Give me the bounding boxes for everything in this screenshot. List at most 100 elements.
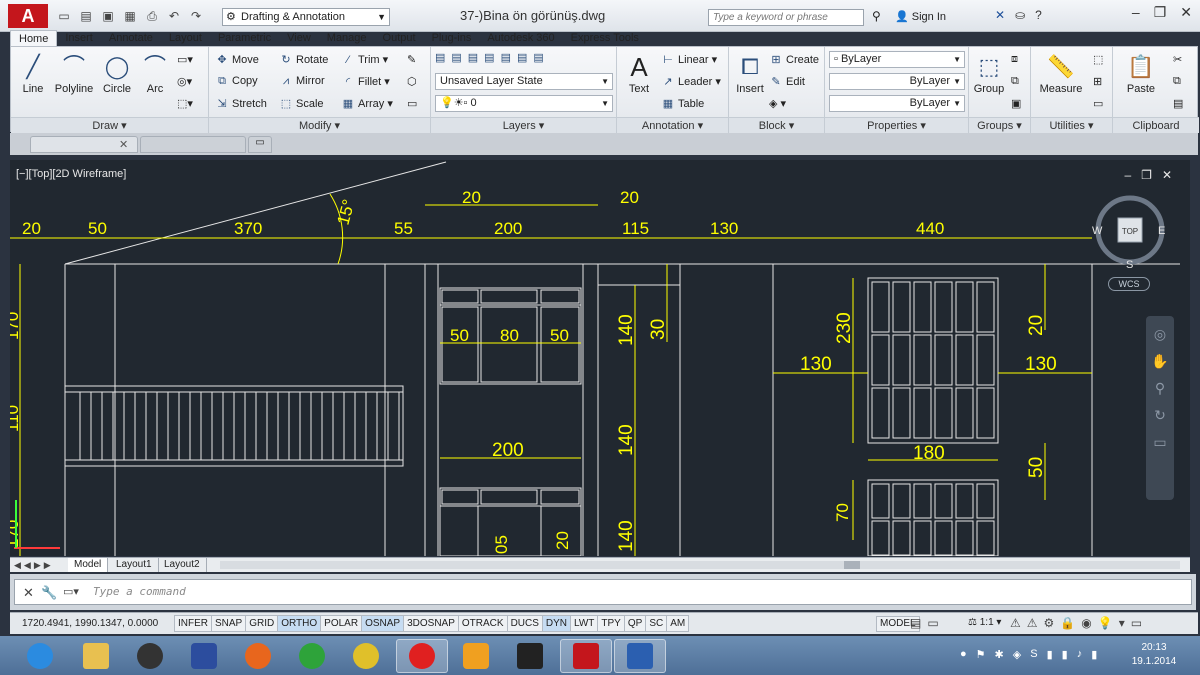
toggle-infer[interactable]: INFER: [174, 615, 212, 632]
viewport-controls-label[interactable]: [−][Top][2D Wireframe]: [16, 168, 126, 180]
hardware-acceleration-icon[interactable]: ◉: [1081, 616, 1091, 630]
close-icon[interactable]: ✕: [119, 138, 128, 151]
insert-block-button[interactable]: ⧠ Insert: [731, 51, 769, 95]
panel-title-annotation[interactable]: Annotation ▾: [617, 117, 728, 133]
tab-layout1[interactable]: Layout1: [110, 558, 159, 572]
cart-icon[interactable]: ⛀: [1015, 8, 1025, 22]
toggle-otrack[interactable]: OTRACK: [457, 615, 508, 632]
toggle-tpy[interactable]: TPY: [597, 615, 625, 632]
tab-view[interactable]: View: [279, 30, 319, 46]
player-icon[interactable]: [450, 639, 502, 673]
clock[interactable]: 20:13 19.1.2014: [1124, 641, 1184, 669]
explode-icon[interactable]: ⬡: [407, 75, 417, 88]
rotate-button[interactable]: ↻ Rotate: [279, 53, 328, 66]
annotation-visibility-icon[interactable]: ⚠: [1010, 616, 1021, 630]
showmotion-icon[interactable]: ▭: [1146, 434, 1174, 451]
paste-button[interactable]: 📋 Paste: [1121, 51, 1161, 95]
calculator-icon[interactable]: ⊞: [1093, 75, 1102, 88]
close-icon[interactable]: ✕: [23, 585, 34, 601]
quick-select-icon[interactable]: ⬚: [1093, 53, 1103, 66]
panel-title-utilities[interactable]: Utilities ▾: [1031, 117, 1112, 133]
tab-autodesk360[interactable]: Autodesk 360: [479, 30, 562, 46]
quickview-drawings-icon[interactable]: ▭: [927, 616, 938, 630]
scale-button[interactable]: ⬚ Scale: [279, 97, 324, 110]
signal-icon[interactable]: ▮: [1062, 648, 1068, 661]
create-block-button[interactable]: ⊞ Create: [769, 53, 819, 66]
battery-icon[interactable]: ▮: [1091, 648, 1097, 661]
panel-title-groups[interactable]: Groups ▾: [969, 117, 1030, 133]
group-edit-icon[interactable]: ⧉: [1011, 75, 1019, 88]
flag-icon[interactable]: ⚑: [976, 648, 986, 661]
camera-icon[interactable]: [504, 639, 556, 673]
panel-title-layers[interactable]: Layers ▾: [431, 117, 616, 133]
tab-express-tools[interactable]: Express Tools: [563, 30, 647, 46]
tab-home[interactable]: Home: [10, 30, 58, 46]
group-button[interactable]: ⬚ Group: [969, 51, 1009, 95]
isolate-objects-icon[interactable]: 💡: [1098, 616, 1113, 630]
toggle-grid[interactable]: GRID: [245, 615, 279, 632]
toggle-snap[interactable]: SNAP: [211, 615, 247, 632]
line-button[interactable]: ╱ Line: [15, 51, 51, 95]
explorer-icon[interactable]: [70, 639, 122, 673]
ie-icon[interactable]: [14, 639, 66, 673]
polyline-button[interactable]: ⌒ Polyline: [51, 51, 97, 95]
horizontal-scrollbar[interactable]: [220, 561, 1180, 569]
hatch-icon[interactable]: ◎▾: [177, 75, 192, 88]
toggle-am[interactable]: AM: [666, 615, 690, 632]
tab-plugins[interactable]: Plug-ins: [424, 30, 480, 46]
utorrent-icon[interactable]: [286, 639, 338, 673]
circle-button[interactable]: ◯ Circle: [97, 51, 137, 95]
tab-manage[interactable]: Manage: [319, 30, 375, 46]
file-tab-active[interactable]: ✕: [30, 136, 138, 153]
stretch-button[interactable]: ⇲ Stretch: [215, 97, 266, 110]
toggle-lwt[interactable]: LWT: [570, 615, 599, 632]
toggle-3dosnap[interactable]: 3DOSNAP: [403, 615, 459, 632]
tab-layout[interactable]: Layout: [161, 30, 210, 46]
skype-icon[interactable]: S: [1030, 648, 1037, 661]
minimize-icon[interactable]: –: [1132, 4, 1140, 21]
rectangle-icon[interactable]: ▭▾: [177, 53, 193, 66]
viewcube[interactable]: TOP W E S: [1092, 195, 1165, 271]
save-as-icon[interactable]: ▦: [122, 8, 138, 24]
panel-title-modify[interactable]: Modify ▾: [209, 117, 430, 133]
file-tab[interactable]: [140, 136, 246, 153]
mirror-button[interactable]: ⩘ Mirror: [279, 75, 325, 88]
match-properties-icon[interactable]: ▤: [1173, 97, 1183, 110]
undo-icon[interactable]: ↶: [166, 8, 182, 24]
command-line[interactable]: ✕ 🔧 ▭▾ Type a command: [14, 579, 1192, 605]
help-icon[interactable]: ?: [1035, 8, 1042, 22]
autocad-logo-button[interactable]: A: [8, 4, 48, 28]
toggle-qp[interactable]: QP: [623, 615, 647, 632]
open-icon[interactable]: ▤: [78, 8, 94, 24]
toggle-sc[interactable]: SC: [645, 615, 668, 632]
firefox-icon[interactable]: [232, 639, 284, 673]
status-menu-icon[interactable]: ▾: [1119, 616, 1125, 630]
trim-button[interactable]: ⁄ Trim ▾: [341, 53, 388, 66]
workspace-dropdown[interactable]: ⚙ Drafting & Annotation ▼: [222, 8, 390, 26]
linear-dimension-button[interactable]: ⊢ Linear ▾: [661, 53, 717, 66]
quickview-layouts-icon[interactable]: ▤: [910, 616, 921, 630]
erase-icon[interactable]: ✎: [407, 53, 416, 66]
steering-wheel-icon[interactable]: ◎: [1146, 326, 1174, 343]
exchange-icon[interactable]: ✕: [995, 8, 1005, 22]
tab-output[interactable]: Output: [375, 30, 424, 46]
pan-icon[interactable]: ✋: [1146, 353, 1174, 370]
group-select-icon[interactable]: ▣: [1011, 97, 1021, 110]
layer-state-dropdown[interactable]: Unsaved Layer State ▼: [435, 73, 613, 90]
tab-annotate[interactable]: Annotate: [101, 30, 161, 46]
tab-parametric[interactable]: Parametric: [210, 30, 279, 46]
id-point-icon[interactable]: ▭: [1093, 97, 1103, 110]
arc-button[interactable]: ⌒ Arc: [137, 51, 173, 95]
search-input[interactable]: Type a keyword or phrase: [708, 9, 864, 26]
wrench-icon[interactable]: 🔧: [41, 585, 57, 601]
auto-scale-icon[interactable]: ⚠: [1027, 616, 1038, 630]
drawing-canvas[interactable]: 20 50 370 55 200 115 130 440 20 20 15° 5…: [10, 160, 1190, 556]
autocad-taskbar-icon[interactable]: [560, 639, 612, 673]
copy-button[interactable]: ⧉ Copy: [215, 75, 258, 88]
help-app-icon[interactable]: [178, 639, 230, 673]
print-icon[interactable]: ⎙: [144, 8, 160, 24]
tray-red-icon[interactable]: ●: [960, 648, 967, 661]
yandex-icon[interactable]: [396, 639, 448, 673]
layer-dropdown[interactable]: 💡☀▫ 0 ▼: [435, 95, 613, 112]
wcs-menu[interactable]: WCS: [1108, 277, 1150, 291]
